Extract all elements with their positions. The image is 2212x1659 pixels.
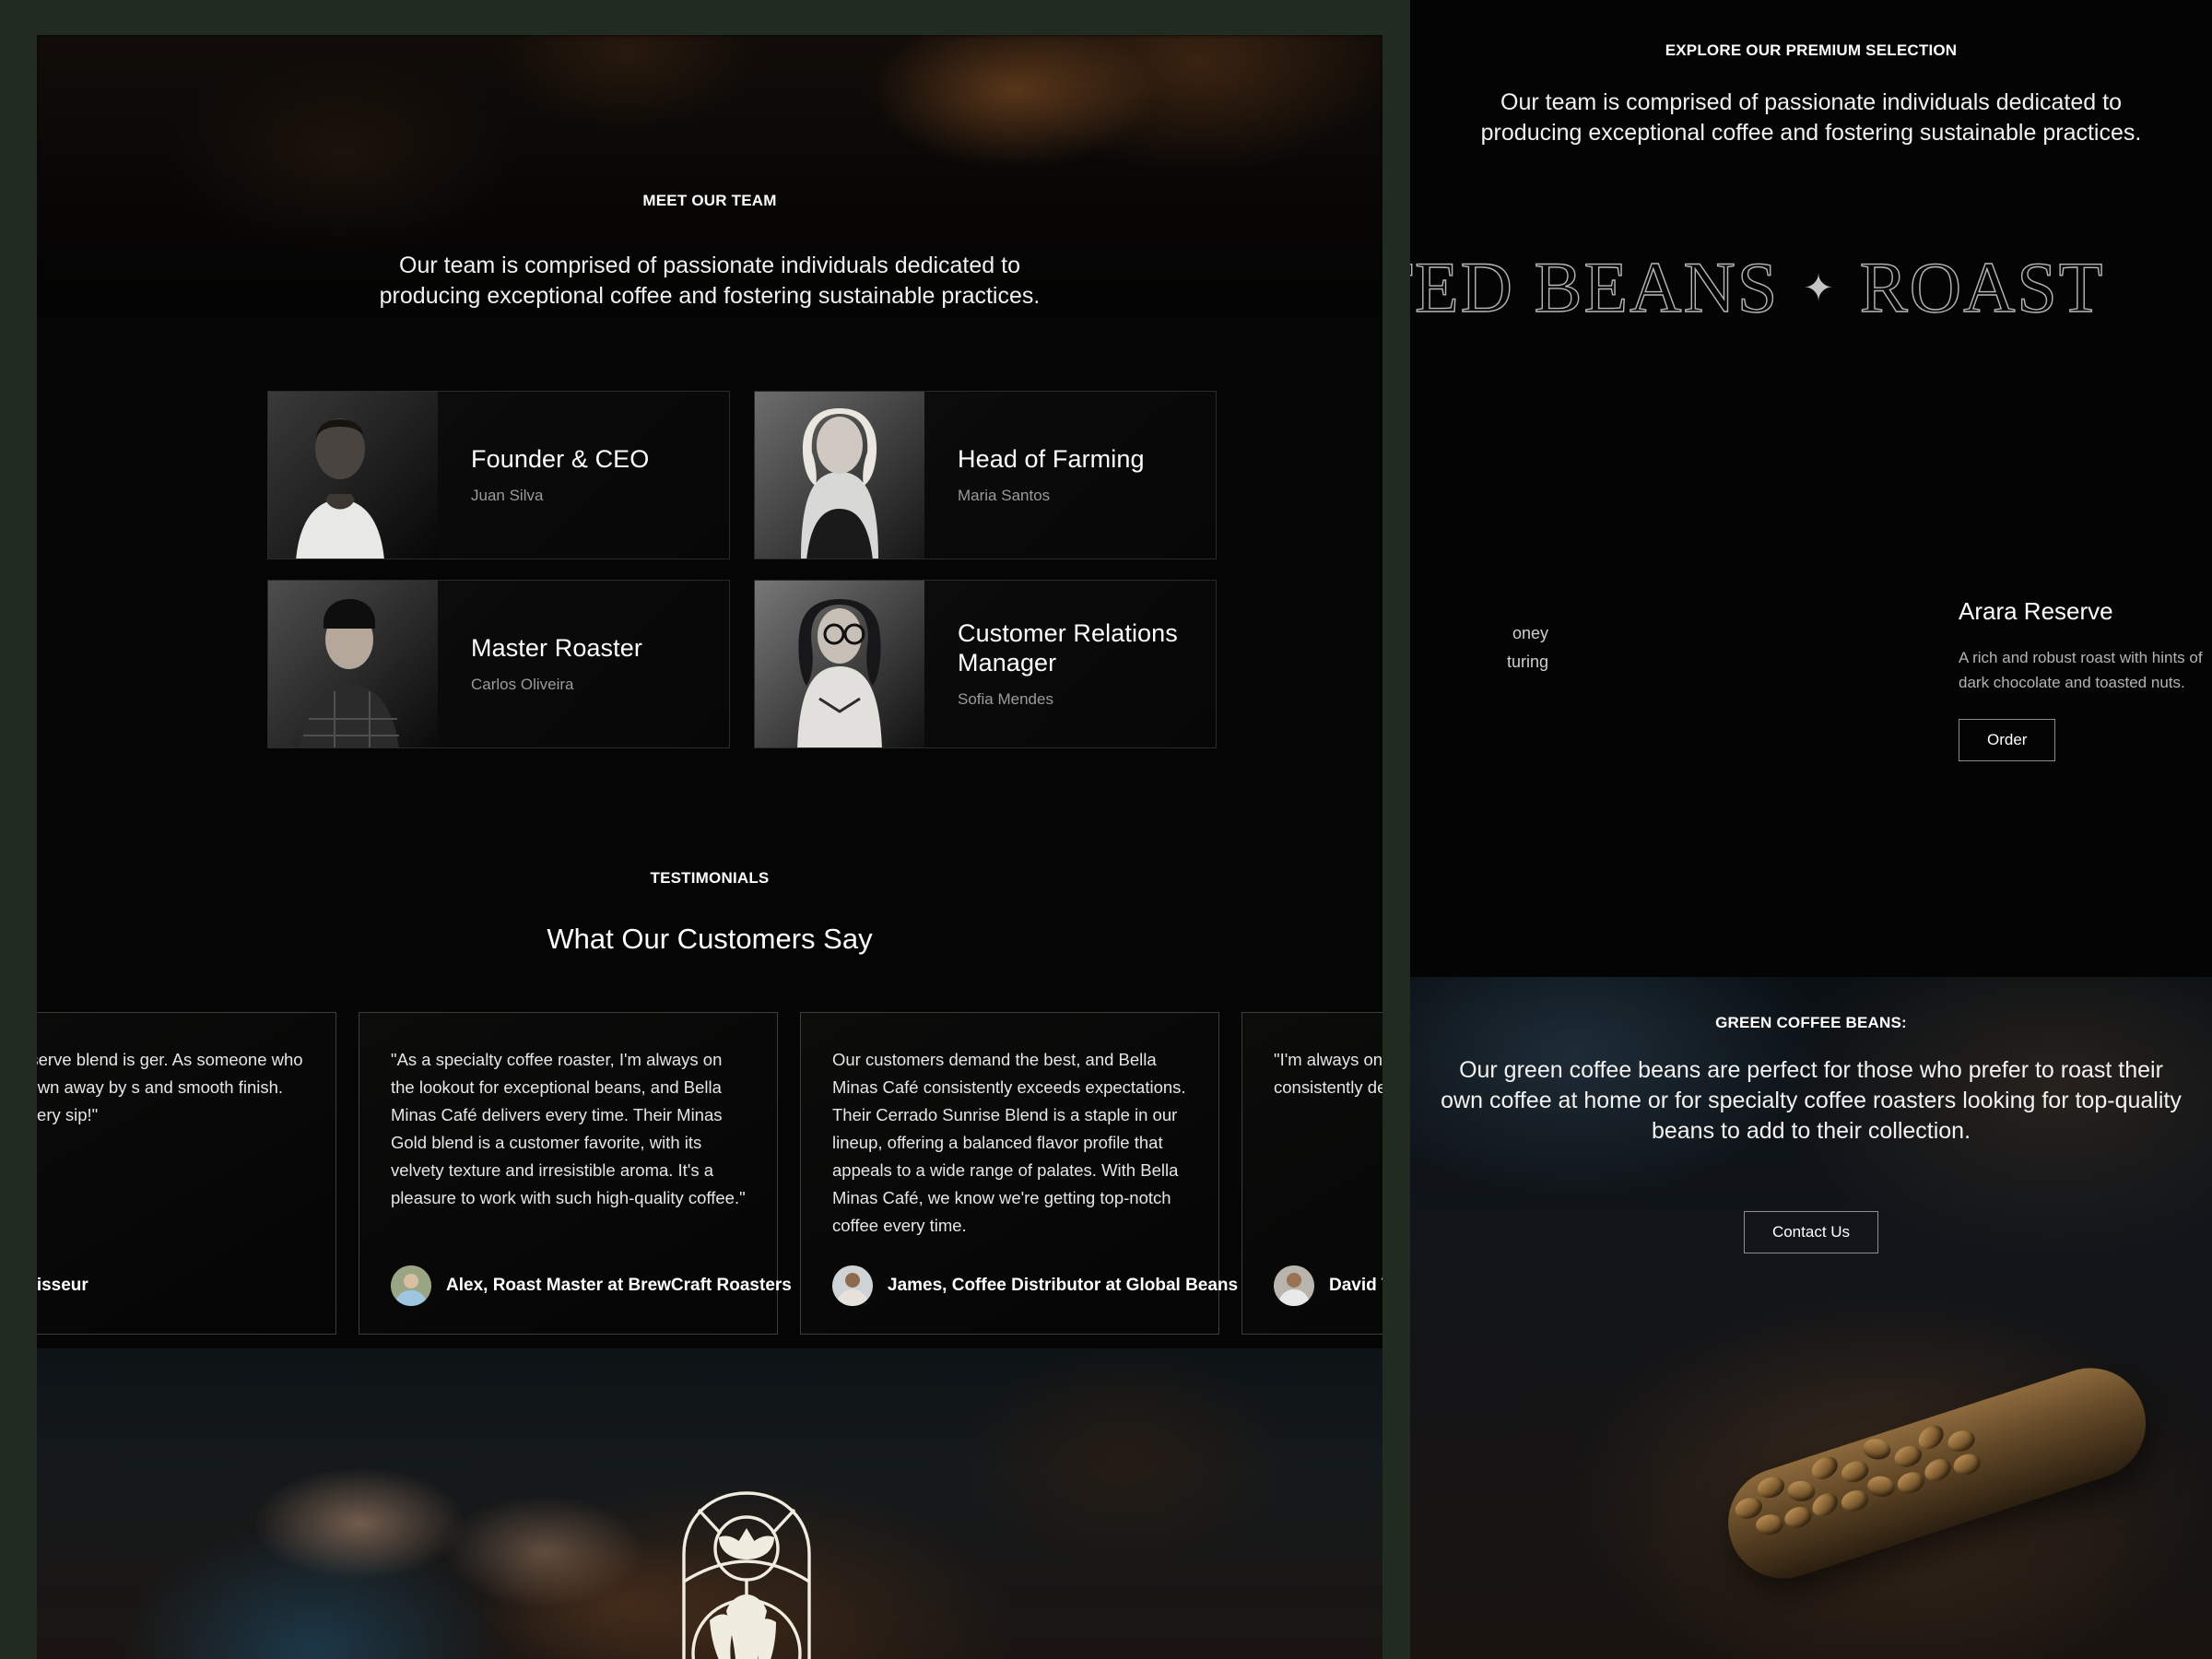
marquee-text-right: ROAST	[1859, 246, 2105, 327]
team-member-text: Founder & CEO Juan Silva	[438, 445, 649, 506]
team-member-photo	[268, 392, 438, 559]
product-description: A rich and robust roast with hints of da…	[1959, 649, 2203, 691]
contact-us-button[interactable]: Contact Us	[1743, 1211, 1879, 1253]
green-beans-lead-wrap: Our green coffee beans are perfect for t…	[1438, 1055, 2184, 1147]
brand-emblem-icon	[673, 1482, 820, 1659]
contact-button-wrap: Contact Us	[1410, 1187, 2212, 1253]
team-card[interactable]: Customer Relations Manager Sofia Mendes	[754, 580, 1217, 748]
testimonial-author: Alex, Roast Master at BrewCraft Roasters	[446, 1275, 792, 1295]
team-member-name: Maria Santos	[958, 487, 1051, 505]
clipped-line-1: oney	[1512, 624, 1548, 642]
team-member-role: Head of Farming	[958, 444, 1145, 473]
testimonial-card[interactable]: "As a specialty coffee roaster, I'm alwa…	[359, 1012, 792, 1335]
testimonials-carousel[interactable]: s Arara Reserve blend is ger. As someone…	[37, 1012, 1382, 1335]
meet-team-eyebrow: MEET OUR TEAM	[642, 192, 777, 209]
avatar	[1274, 1265, 1314, 1306]
testimonials-header: TESTIMONIALS What Our Customers Say	[37, 869, 1382, 956]
team-member-name: Sofia Mendes	[958, 690, 1053, 709]
meet-team-lead: Our team is comprised of passionate indi…	[379, 253, 1041, 309]
team-card[interactable]: Master Roaster Carlos Oliveira	[267, 580, 730, 748]
testimonial-author-row: Alex, Roast Master at BrewCraft Roasters	[391, 1240, 792, 1306]
green-beans-eyebrow: GREEN COFFEE BEANS:	[1715, 1014, 1907, 1031]
green-beans-eyebrow-wrap: GREEN COFFEE BEANS:	[1410, 1014, 2212, 1032]
right-panel: EXPLORE OUR PREMIUM SELECTION Our team i…	[1410, 0, 2212, 1659]
avatar	[391, 1265, 431, 1306]
testimonial-quote: s Arara Reserve blend is ger. As someone…	[37, 1050, 303, 1124]
testimonial-author: nnoisseur	[37, 1275, 88, 1295]
testimonial-author-row: James, Coffee Distributor at Global Bean…	[832, 1240, 1271, 1306]
testimonial-card[interactable]: Our customers demand the best, and Bella…	[800, 1012, 1271, 1335]
team-card[interactable]: Head of Farming Maria Santos	[754, 391, 1217, 559]
left-panel: MEET OUR TEAM Our team is comprised of p…	[37, 35, 1382, 1659]
team-member-text: Customer Relations Manager Sofia Mendes	[924, 619, 1216, 710]
team-member-role: Founder & CEO	[471, 444, 650, 473]
premium-lead-wrap: Our team is comprised of passionate indi…	[1465, 88, 2157, 148]
testimonial-card[interactable]: "I'm always on the look Bella Minas Café…	[1241, 1012, 1382, 1335]
team-member-role: Customer Relations Manager	[958, 618, 1178, 677]
testimonial-author: David T., Roast	[1329, 1275, 1382, 1295]
testimonials-title: What Our Customers Say	[547, 923, 873, 955]
order-button[interactable]: Order	[1959, 719, 2056, 762]
meet-our-team-section: MEET OUR TEAM Our team is comprised of p…	[37, 192, 1382, 312]
team-member-text: Head of Farming Maria Santos	[924, 445, 1145, 506]
testimonial-quote: "As a specialty coffee roaster, I'm alwa…	[391, 1050, 746, 1207]
team-member-photo	[268, 581, 438, 747]
team-member-photo	[755, 581, 924, 747]
product-name: Arara Reserve	[1959, 597, 2113, 625]
avatar	[832, 1265, 873, 1306]
testimonial-quote: Our customers demand the best, and Bella…	[832, 1050, 1186, 1235]
coffee-scoop-image	[1688, 1261, 2212, 1659]
green-beans-lead: Our green coffee beans are perfect for t…	[1441, 1057, 2182, 1144]
roasted-beans-marquee: STED BEANS ✦ ROAST	[1410, 246, 2212, 327]
team-grid: Founder & CEO Juan Silva Head of Farming…	[267, 391, 1217, 748]
clipped-left-text: oney turing	[1410, 619, 1548, 677]
testimonial-author-row: David T., Roast	[1274, 1240, 1382, 1306]
team-card[interactable]: Founder & CEO Juan Silva	[267, 391, 730, 559]
premium-lead: Our team is comprised of passionate indi…	[1480, 89, 2142, 146]
clipped-line-2: turing	[1506, 652, 1548, 671]
testimonials-eyebrow: TESTIMONIALS	[650, 869, 770, 887]
premium-eyebrow: EXPLORE OUR PREMIUM SELECTION	[1665, 41, 1958, 59]
team-member-name: Juan Silva	[471, 487, 544, 505]
testimonial-author-row: nnoisseur	[37, 1240, 304, 1306]
marquee-text-left: STED BEANS	[1410, 246, 1780, 327]
testimonial-card[interactable]: s Arara Reserve blend is ger. As someone…	[37, 1012, 336, 1335]
testimonial-author: James, Coffee Distributor at Global Bean…	[888, 1275, 1271, 1295]
product-info-panel: Arara Reserve A rich and robust roast wi…	[1959, 597, 2207, 762]
sparkle-icon: ✦	[1803, 266, 1836, 309]
premium-eyebrow-wrap: EXPLORE OUR PREMIUM SELECTION	[1410, 41, 2212, 60]
team-member-text: Master Roaster Carlos Oliveira	[438, 634, 642, 695]
team-member-name: Carlos Oliveira	[471, 676, 574, 694]
hands-holding-beans	[147, 1385, 977, 1659]
team-member-photo	[755, 392, 924, 559]
page-root: MEET OUR TEAM Our team is comprised of p…	[0, 0, 2212, 1659]
team-member-role: Master Roaster	[471, 633, 642, 662]
testimonial-quote: "I'm always on the look Bella Minas Café…	[1274, 1050, 1382, 1097]
